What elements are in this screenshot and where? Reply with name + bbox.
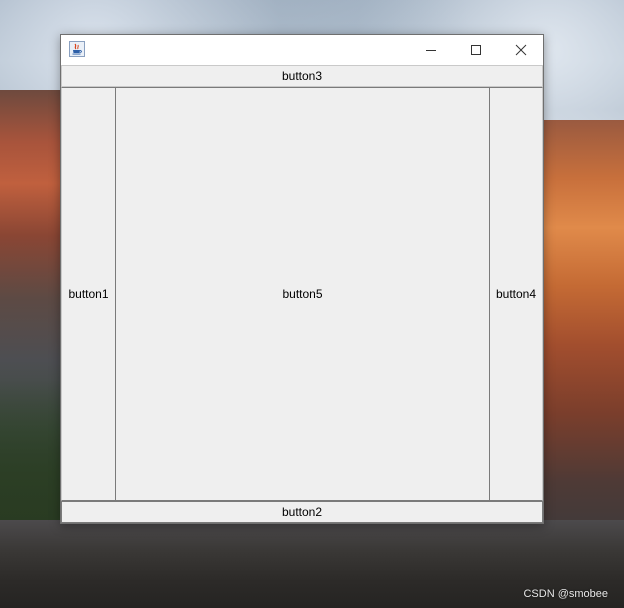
button-north[interactable]: button3 [61,65,543,87]
button-south[interactable]: button2 [61,501,543,523]
button-east[interactable]: button4 [489,87,543,501]
watermark-text: CSDN @smobee [523,588,608,600]
java-frame-window: button3 button1 button5 button4 button2 [60,34,544,524]
content-pane-border-layout: button3 button1 button5 button4 button2 [61,65,543,523]
minimize-icon [425,50,436,51]
button-center[interactable]: button5 [115,87,490,501]
button-west[interactable]: button1 [61,87,116,501]
minimize-button[interactable] [408,35,453,65]
maximize-icon [470,45,481,55]
java-app-icon[interactable] [69,41,85,57]
close-icon [515,44,526,56]
maximize-button[interactable] [453,35,498,65]
title-bar[interactable] [61,35,543,65]
desktop-background: button3 button1 button5 button4 button2 … [0,0,624,608]
close-button[interactable] [498,35,543,65]
